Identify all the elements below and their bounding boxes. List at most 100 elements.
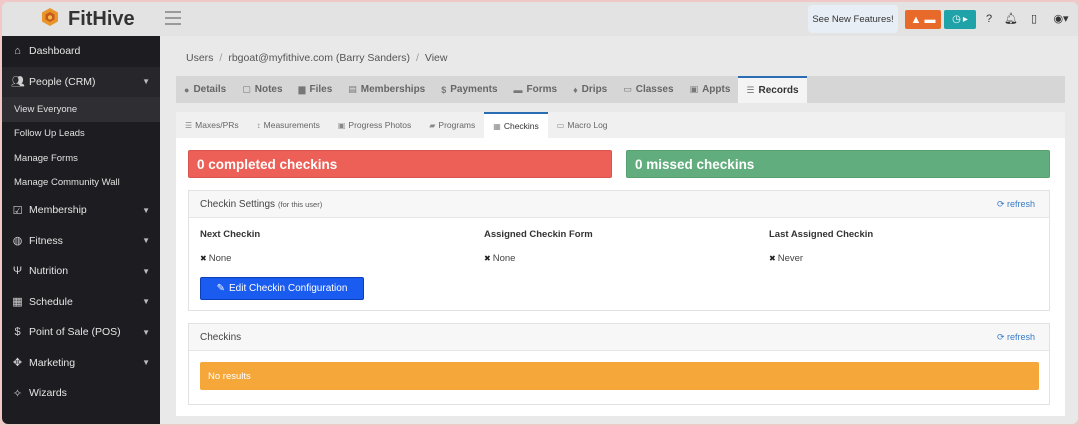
sidebar-item-label: Point of Sale (POS) xyxy=(29,326,121,339)
sidebar-item-marketing[interactable]: ✥ Marketing ▼ xyxy=(2,348,160,379)
sidebar-item-people[interactable]: 👥︎ People (CRM) ▼ xyxy=(2,66,160,97)
tab-memberships[interactable]: ▤ Memberships xyxy=(340,76,433,103)
assigned-form-label: Assigned Checkin Form xyxy=(484,229,593,240)
sidebar-subitem-manage-forms[interactable]: Manage Forms xyxy=(2,146,160,171)
breadcrumb-user[interactable]: rbgoat@myfithive.com (Barry Sanders) xyxy=(228,52,410,64)
user-menu-icon[interactable]: ◉▾ xyxy=(1050,12,1072,26)
sidebar-item-label: Fitness xyxy=(29,234,63,247)
subtab-label: Programs xyxy=(438,120,476,130)
subtab-checkins[interactable]: ▦ Checkins xyxy=(484,112,548,138)
tab-payments[interactable]: $ Payments xyxy=(433,76,505,103)
subtab-macro-log[interactable]: ▭ Macro Log xyxy=(548,112,617,138)
subtab-label: Checkins xyxy=(503,121,539,131)
tab-label: Appts xyxy=(702,84,731,95)
credit-card-icon: ▬ xyxy=(924,13,936,26)
card-subtitle: (for this user) xyxy=(278,199,323,209)
breadcrumb-users[interactable]: Users xyxy=(186,52,213,64)
chevron-down-icon: ▼ xyxy=(142,297,150,307)
sidebar-subitem-community-wall[interactable]: Manage Community Wall xyxy=(2,171,160,196)
breadcrumb-current: View xyxy=(424,52,448,64)
breadcrumb-separator: / xyxy=(219,52,223,64)
button-label: Edit Checkin Configuration xyxy=(228,283,348,294)
chevron-down-icon: ▼ xyxy=(142,205,150,215)
bell-icon[interactable]: 🔔︎ xyxy=(1004,12,1018,26)
tab-drips[interactable]: ♦ Drips xyxy=(565,76,615,103)
forms-icon: ▬ xyxy=(513,84,523,95)
logo[interactable]: FitHive xyxy=(38,7,135,31)
refresh-settings-link[interactable]: ⟳ refresh xyxy=(997,199,1035,210)
help-icon[interactable]: ? xyxy=(982,12,996,26)
mobile-icon[interactable]: ▯ xyxy=(1027,12,1041,26)
play-icon: ▸ xyxy=(962,14,968,25)
brand-name: FitHive xyxy=(68,7,135,30)
edit-checkin-configuration-button[interactable]: ✎ Edit Checkin Configuration xyxy=(200,277,364,300)
sidebar-item-pos[interactable]: $ Point of Sale (POS) ▼ xyxy=(2,317,160,348)
chevron-down-icon: ▼ xyxy=(142,358,150,368)
tab-label: Notes xyxy=(254,84,283,95)
completed-checkins-stat: 0 completed checkins xyxy=(188,150,612,178)
tab-appts[interactable]: ▣ Appts xyxy=(682,76,739,103)
sidebar-item-membership[interactable]: ☑ Membership ▼ xyxy=(2,195,160,226)
calendar-icon: ▭ xyxy=(556,120,565,130)
subtab-maxes[interactable]: ☰ Maxes/PRs xyxy=(176,112,248,138)
checkins-header: Checkins ⟳ refresh xyxy=(189,324,1049,351)
chevron-down-icon: ▼ xyxy=(142,77,150,87)
no-results-alert: No results xyxy=(200,362,1039,390)
menu-toggle-icon[interactable] xyxy=(165,11,181,25)
dollar-icon: $ xyxy=(441,84,447,95)
subtab-label: Measurements xyxy=(263,120,320,130)
breadcrumb-separator: / xyxy=(415,52,419,64)
tab-classes[interactable]: ▭ Classes xyxy=(615,76,681,103)
utensils-icon: Ψ xyxy=(12,265,23,278)
sidebar-item-label: Dashboard xyxy=(29,45,81,58)
chevron-down-icon: ▼ xyxy=(142,327,150,337)
calendar-icon: ▭ xyxy=(623,84,632,94)
sidebar-item-schedule[interactable]: ▦ Schedule ▼ xyxy=(2,287,160,318)
records-sub-tabs: ☰ Maxes/PRs ↕ Measurements ▣ Progress Photo… xyxy=(176,112,1065,138)
sidebar-item-label: Marketing xyxy=(29,356,76,369)
warning-icon: ▲ xyxy=(910,13,922,26)
book-icon: ▰ xyxy=(429,120,436,130)
card-title: Checkin Settings xyxy=(200,198,276,210)
subtab-progress-photos[interactable]: ▣ Progress Photos xyxy=(329,112,420,138)
last-assigned-label: Last Assigned Checkin xyxy=(769,229,874,240)
home-icon: ⌂ xyxy=(14,45,21,58)
tab-files[interactable]: ▆ Files xyxy=(291,76,341,103)
tab-label: Drips xyxy=(581,84,608,95)
tab-label: Forms xyxy=(526,84,558,95)
sidebar-item-fitness[interactable]: ◍ Fitness ▼ xyxy=(2,226,160,257)
sidebar-subitem-follow-up-leads[interactable]: Follow Up Leads xyxy=(2,122,160,147)
sort-numeric-icon: ↕ xyxy=(256,120,261,130)
tab-records[interactable]: ☰ Records xyxy=(738,76,807,103)
tab-details[interactable]: ● Details xyxy=(176,76,234,103)
bullhorn-icon: ✥ xyxy=(12,357,23,370)
last-assigned-column: Last Assigned Checkin ✖ Never xyxy=(769,229,873,264)
subtab-programs[interactable]: ▰ Programs xyxy=(420,112,484,138)
calendar-icon: ▦ xyxy=(493,121,501,131)
fitness-icon: ◍ xyxy=(12,235,23,248)
users-icon: 👥︎ xyxy=(11,76,25,89)
main-content: Users / rbgoat@myfithive.com (Barry Sand… xyxy=(160,36,1078,424)
new-features-button[interactable]: See New Features! xyxy=(808,5,898,33)
sidebar-subitem-view-everyone[interactable]: View Everyone xyxy=(2,97,160,122)
tab-notes[interactable]: ▢ Notes xyxy=(234,76,290,103)
calendar-icon: ▦ xyxy=(12,296,23,309)
refresh-icon: ⟳ xyxy=(996,198,1007,209)
next-checkin-value: None xyxy=(208,253,232,264)
next-checkin-column: Next Checkin ✖ None xyxy=(200,229,260,264)
list-icon: ☰ xyxy=(746,85,755,95)
tab-forms[interactable]: ▬ Forms xyxy=(506,76,566,103)
alert-button[interactable]: ▲ ▬ xyxy=(905,10,941,29)
last-assigned-value: Never xyxy=(777,253,804,264)
sidebar-item-nutrition[interactable]: Ψ Nutrition ▼ xyxy=(2,256,160,287)
sidebar-item-dashboard[interactable]: ⌂ Dashboard xyxy=(2,36,160,67)
timer-button[interactable]: ◷ ▸ xyxy=(944,10,976,29)
refresh-checkins-link[interactable]: ⟳ refresh xyxy=(997,332,1035,343)
chevron-down-icon: ▼ xyxy=(142,266,150,276)
folder-icon: ▆ xyxy=(298,84,306,94)
card-title: Checkins xyxy=(200,331,242,343)
sidebar-item-wizards[interactable]: ✧ Wizards xyxy=(2,378,160,409)
breadcrumb: Users / rbgoat@myfithive.com (Barry Sand… xyxy=(186,52,447,64)
subtab-measurements[interactable]: ↕ Measurements xyxy=(248,112,329,138)
hive-logo-icon xyxy=(42,8,58,26)
